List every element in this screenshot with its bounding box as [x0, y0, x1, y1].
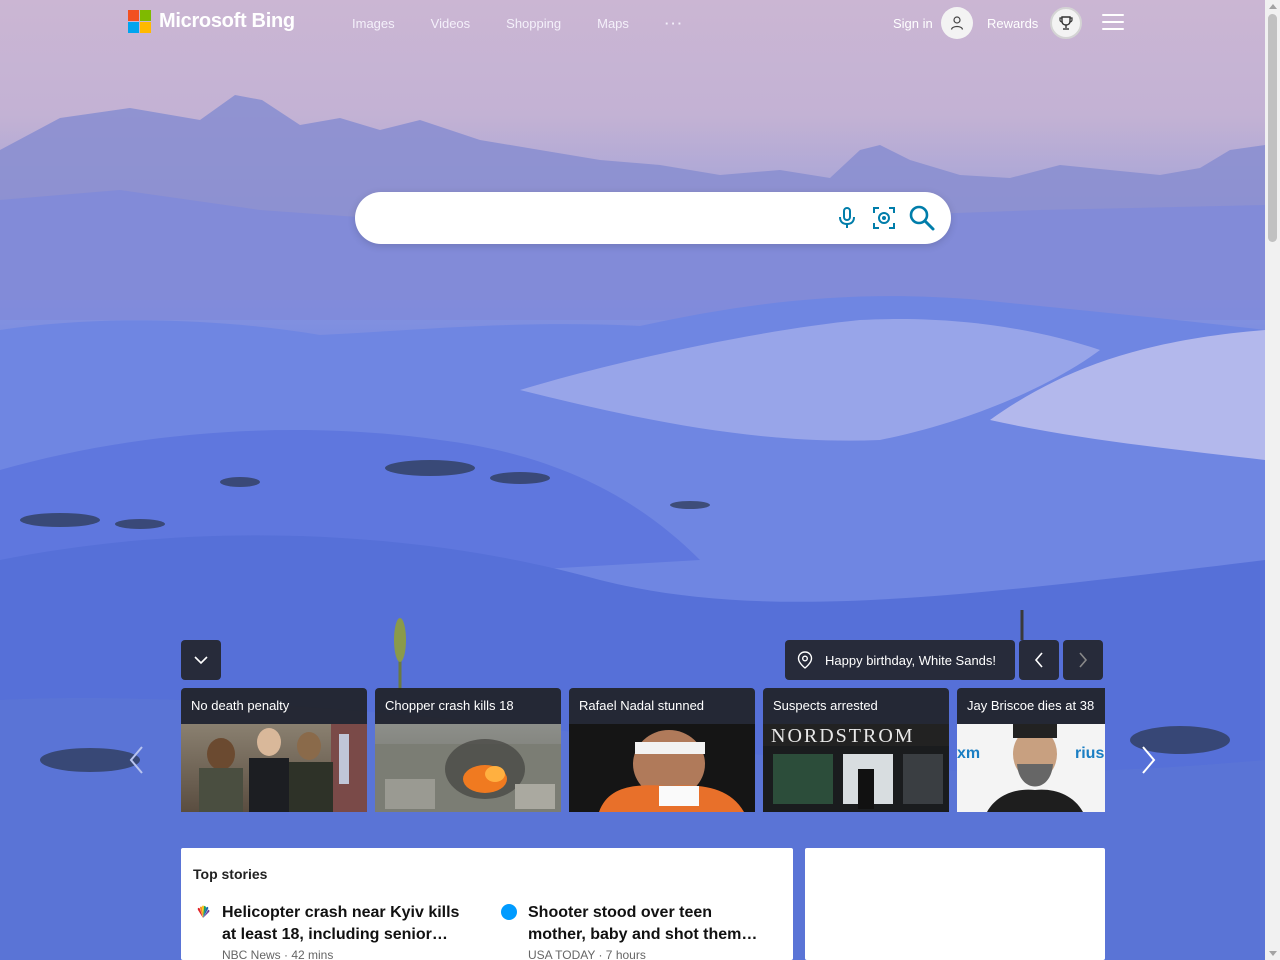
scroll-up-arrow-icon[interactable]: [1269, 4, 1277, 9]
usa-today-icon: [501, 904, 517, 920]
story-meta: NBC News · 42 mins: [222, 948, 334, 960]
nordstrom-sign-text: NORDSTROM: [771, 725, 915, 747]
news-card-image: [181, 724, 367, 812]
news-card-title: No death penalty: [181, 688, 367, 724]
search-box: [355, 192, 951, 244]
news-card[interactable]: Suspects arrested NORDSTROM: [763, 688, 949, 812]
background-image: [0, 0, 1265, 960]
menu-hamburger-icon[interactable]: [1102, 14, 1124, 30]
news-card-image: xm rius: [957, 724, 1105, 812]
story-item[interactable]: Shooter stood over teen mother, baby and…: [501, 902, 771, 960]
nav-shopping[interactable]: Shopping: [506, 16, 561, 31]
visual-search-icon[interactable]: [871, 205, 897, 231]
news-card[interactable]: Chopper crash kills 18: [375, 688, 561, 812]
top-nav: Images Videos Shopping Maps ···: [352, 16, 684, 31]
news-card[interactable]: Rafael Nadal stunned: [569, 688, 755, 812]
user-avatar-icon: [940, 7, 973, 39]
image-caption: Happy birthday, White Sands!: [825, 652, 997, 668]
nav-more-button[interactable]: ···: [665, 16, 684, 31]
scrollbar-thumb[interactable]: [1268, 14, 1277, 242]
rewards-trophy-icon: [1050, 7, 1083, 39]
story-meta: USA TODAY · 7 hours: [528, 948, 646, 960]
scroll-down-arrow-icon[interactable]: [1269, 951, 1277, 956]
sign-in-button[interactable]: Sign in: [893, 7, 973, 39]
news-card-title: Chopper crash kills 18: [375, 688, 561, 724]
location-pin-icon: [797, 651, 813, 669]
news-card-title: Rafael Nadal stunned: [569, 688, 755, 724]
white-sands-landscape: [0, 95, 1265, 960]
cards-scroll-left-icon[interactable]: [126, 744, 146, 776]
news-card-image: [569, 724, 755, 812]
sirius-logo-text: rius: [1075, 745, 1104, 762]
image-info-button[interactable]: Happy birthday, White Sands!: [785, 640, 1015, 680]
nav-videos[interactable]: Videos: [431, 16, 471, 31]
bing-logo[interactable]: Microsoft Bing: [128, 10, 295, 33]
chevron-down-icon: [194, 656, 208, 665]
collapse-feed-button[interactable]: [181, 640, 221, 680]
nav-maps[interactable]: Maps: [597, 16, 629, 31]
news-carousel: No death penalty Chopper crash kills 18: [181, 688, 1105, 812]
previous-image-button[interactable]: [1019, 640, 1059, 680]
scrollbar[interactable]: [1265, 0, 1280, 960]
news-card-title: Jay Briscoe dies at 38: [957, 688, 1105, 724]
news-card-image: [375, 724, 561, 812]
story-item[interactable]: Helicopter crash near Kyiv kills at leas…: [195, 902, 465, 960]
news-card-image: NORDSTROM: [763, 724, 949, 812]
news-card[interactable]: Jay Briscoe dies at 38 xm rius: [957, 688, 1105, 812]
search-input[interactable]: [377, 206, 817, 230]
brand-name: Microsoft Bing: [159, 10, 295, 32]
microphone-icon[interactable]: [834, 205, 860, 231]
chevron-right-icon: [1079, 652, 1088, 668]
header: Microsoft Bing Images Videos Shopping Ma…: [0, 0, 1265, 46]
sign-in-label: Sign in: [893, 15, 933, 31]
top-stories-heading[interactable]: Top stories: [193, 866, 267, 882]
side-panel: [805, 848, 1105, 960]
chevron-left-icon: [1034, 652, 1043, 668]
next-image-button[interactable]: [1063, 640, 1103, 680]
nav-images[interactable]: Images: [352, 16, 395, 31]
news-card[interactable]: No death penalty: [181, 688, 367, 812]
story-headline[interactable]: Shooter stood over teen mother, baby and…: [528, 902, 771, 946]
siriusxm-logo-text: xm: [957, 745, 980, 762]
rewards-button[interactable]: Rewards: [987, 7, 1083, 39]
top-stories-panel: Top stories Helicopter crash near Kyiv k…: [181, 848, 793, 960]
story-headline[interactable]: Helicopter crash near Kyiv kills at leas…: [222, 902, 465, 946]
news-card-title: Suspects arrested: [763, 688, 949, 724]
rewards-label: Rewards: [987, 15, 1039, 31]
nbc-peacock-icon: [197, 905, 210, 918]
microsoft-logo-icon: [128, 10, 151, 33]
cards-scroll-right-icon[interactable]: [1139, 744, 1159, 776]
search-icon[interactable]: [908, 204, 936, 232]
